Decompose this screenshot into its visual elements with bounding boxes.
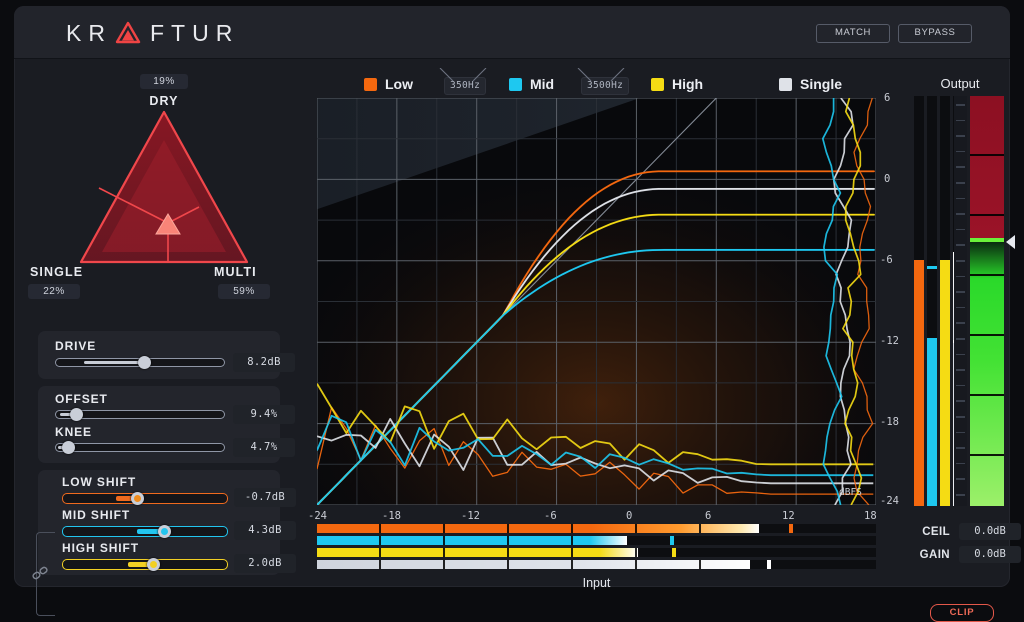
band-legend: Low 350Hz Mid 3500Hz High Single [306,68,906,102]
blend-triangle-widget[interactable]: 19% DRY SINGLE [14,68,300,318]
y-tick-m24: -24 [880,495,899,507]
x-tick-m18: -18 [382,510,401,522]
output-meter-mid [927,96,937,506]
ceil-value[interactable]: 0.0dB [959,523,1021,540]
y-tick-m12: -12 [880,335,899,347]
logo-char-r: R [88,20,112,47]
output-main-meter [970,96,1004,506]
gain-label: GAIN [916,549,950,561]
low-shift-value[interactable]: -0.7dB [234,488,296,507]
drive-label: DRIVE [55,339,96,353]
high-shift-label: HIGH SHIFT [62,541,139,555]
output-title: Output [910,76,1010,91]
drive-slider-fill [84,361,144,364]
output-scale-ticks [954,96,967,506]
multi-value[interactable]: 59% [218,284,270,299]
band-shift-group: LOW SHIFT -0.7dB MID SHIFT 4.3dB HIGH SH… [38,470,280,575]
ceil-readout[interactable]: CEIL 0.0dB [916,523,1021,540]
x-tick-m24: -24 [308,510,327,522]
offset-slider-knob[interactable] [70,408,83,421]
high-shift-value[interactable]: 2.0dB [234,554,296,573]
dbfs-unit-label: dBFS [839,487,862,498]
knee-slider-knob[interactable] [62,441,75,454]
offset-slider[interactable] [55,410,225,419]
plugin-window: K R F T U R MATCH BYPASS [0,0,1024,593]
low-shift-slider-knob[interactable] [131,492,144,505]
drive-group: DRIVE 8.2dB [38,331,280,379]
drive-slider[interactable] [55,358,225,367]
output-ceiling-marker[interactable] [1006,235,1015,249]
offset-value[interactable]: 9.4% [233,405,295,424]
input-meter-low [317,524,876,533]
gain-readout[interactable]: GAIN 0.0dB [916,546,1021,563]
offset-label: OFFSET [55,392,108,406]
logo-char-r2: R [216,20,240,47]
x-tick-m12: -12 [461,510,480,522]
transfer-curve-plot[interactable] [317,98,876,505]
knee-label: KNEE [55,425,92,439]
x-tick-6: 6 [705,510,711,522]
mid-shift-slider-knob[interactable] [158,525,171,538]
left-control-column: 19% DRY SINGLE [14,58,300,587]
y-tick-0: 0 [884,173,890,185]
low-shift-slider[interactable] [62,493,228,504]
gain-value[interactable]: 0.0dB [959,546,1021,563]
input-meter-single [317,560,876,569]
logo-triangle-icon [115,21,141,45]
logo-char-t: T [171,20,192,47]
blend-triangle-graphic[interactable] [14,68,300,318]
mid-shift-value[interactable]: 4.3dB [234,521,296,540]
clip-button[interactable]: CLIP [930,604,994,622]
mid-shift-slider[interactable] [62,526,228,537]
y-tick-m6: -6 [880,254,893,266]
header-buttons: MATCH BYPASS [816,24,972,43]
input-meter-mid [317,536,876,545]
x-tick-18: 18 [864,510,877,522]
input-meters: Input [317,524,876,570]
multi-label: MULTI [214,265,257,279]
bypass-button[interactable]: BYPASS [898,24,972,43]
y-tick-6: 6 [884,92,890,104]
low-shift-label: LOW SHIFT [62,475,136,489]
drive-slider-knob[interactable] [138,356,151,369]
drive-value[interactable]: 8.2dB [233,353,295,372]
output-meter-low [914,96,924,506]
crossover-split-marks [306,68,906,102]
input-label: Input [317,576,876,590]
output-section: Output CEIL 0.0dB GAIN 0.0dB CLIP [910,58,1010,587]
plugin-panel: K R F T U R MATCH BYPASS [14,6,1010,587]
app-logo: K R F T U R [66,18,239,48]
transfer-graph-area: Low 350Hz Mid 3500Hz High Single [306,58,906,587]
output-meter-high [940,96,950,506]
header-bar: K R F T U R MATCH BYPASS [14,6,1010,59]
knee-slider[interactable] [55,443,225,452]
y-tick-m18: -18 [880,416,899,428]
x-tick-12: 12 [782,510,795,522]
single-value[interactable]: 22% [28,284,80,299]
single-label: SINGLE [30,265,83,279]
input-meter-high [317,548,876,557]
x-tick-m6: -6 [544,510,557,522]
link-chain-icon[interactable] [30,563,50,583]
logo-char-u: U [192,20,216,47]
match-button[interactable]: MATCH [816,24,890,43]
x-tick-0: 0 [626,510,632,522]
high-shift-slider[interactable] [62,559,228,570]
offset-knee-group: OFFSET 9.4% KNEE 4.7% [38,386,280,463]
logo-char-k: K [66,20,88,47]
knee-value[interactable]: 4.7% [233,438,295,457]
high-shift-slider-knob[interactable] [147,558,160,571]
logo-char-f: F [150,20,171,47]
mid-shift-label: MID SHIFT [62,508,130,522]
ceil-label: CEIL [916,526,950,538]
